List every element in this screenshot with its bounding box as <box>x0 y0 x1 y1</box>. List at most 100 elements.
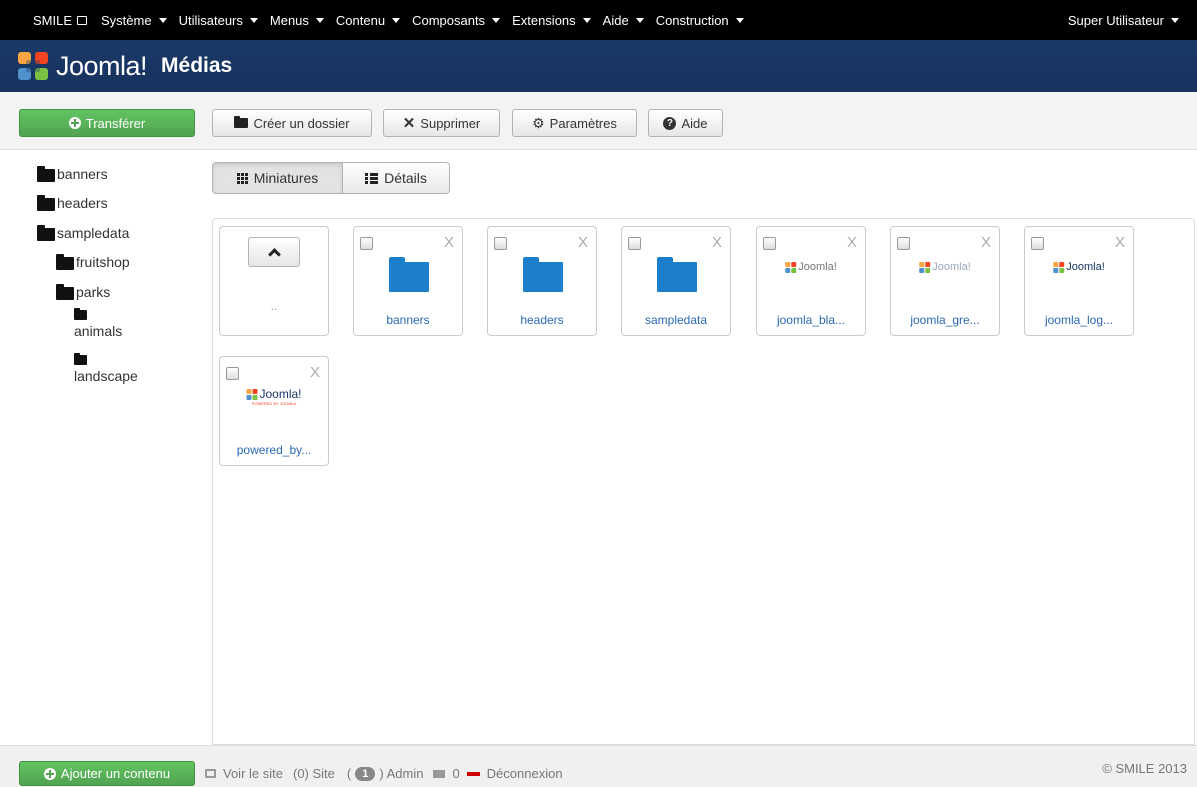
folder-icon <box>37 195 55 211</box>
user-name: Super Utilisateur <box>1067 12 1164 28</box>
folder-icon <box>523 257 563 292</box>
admin-visitors: ) Admin <box>379 766 424 781</box>
question-circle-icon: ? <box>663 116 677 130</box>
delete-x-icon[interactable]: X <box>444 234 454 251</box>
copyright: © SMILE 2013 <box>1102 761 1187 776</box>
view-site-link[interactable]: Voir le site <box>223 766 283 781</box>
menu-menus[interactable]: Menus <box>270 13 324 28</box>
close-icon: ✕ <box>402 115 416 132</box>
menu-contenu[interactable]: Contenu <box>336 13 401 28</box>
site-visitors: (0) Site <box>292 766 335 781</box>
tree-item-banners[interactable]: banners <box>37 166 108 182</box>
delete-x-icon[interactable]: X <box>1115 234 1125 251</box>
plus-circle-icon <box>68 117 81 129</box>
user-menu[interactable]: Super Utilisateur <box>1068 0 1179 40</box>
delete-x-icon[interactable]: X <box>847 234 857 251</box>
delete-x-icon[interactable]: X <box>578 234 588 251</box>
upload-button[interactable]: Transférer <box>19 109 195 137</box>
select-checkbox[interactable] <box>628 237 641 250</box>
image-preview: Joomla! <box>785 261 837 273</box>
create-folder-button[interactable]: Créer un dossier <box>212 109 372 137</box>
tree-item-animals[interactable]: animals <box>74 308 122 339</box>
tree-item-headers[interactable]: headers <box>37 195 108 211</box>
thumb-label[interactable]: banners <box>354 313 462 327</box>
select-checkbox[interactable] <box>494 237 507 250</box>
grid-icon <box>236 172 248 184</box>
select-checkbox[interactable] <box>360 237 373 250</box>
add-content-button[interactable]: Ajouter un contenu <box>19 761 195 786</box>
joomla-mark-icon <box>919 261 931 273</box>
folder-icon <box>234 116 249 128</box>
menu-systeme[interactable]: Système <box>101 13 167 28</box>
help-button[interactable]: ? Aide <box>648 109 723 137</box>
caret-down-icon <box>249 17 258 23</box>
select-checkbox[interactable] <box>1031 237 1044 250</box>
brand-link[interactable]: SMILE <box>0 12 88 28</box>
caret-down-icon <box>735 17 744 23</box>
thumb-label[interactable]: joomla_log... <box>1025 313 1133 327</box>
folder-icon <box>657 257 697 292</box>
messages-count[interactable]: 0 <box>452 766 459 781</box>
folder-icon <box>56 254 74 270</box>
thumb-folder-sampledata[interactable]: X sampledata <box>621 226 731 336</box>
caret-down-icon <box>492 17 501 23</box>
thumb-label[interactable]: sampledata <box>622 313 730 327</box>
select-checkbox[interactable] <box>897 237 910 250</box>
external-link-icon <box>77 15 88 25</box>
thumb-image-powered-by[interactable]: X Joomla! POWERED BY JOOMLA powered_by..… <box>219 356 329 466</box>
chevron-up-icon <box>267 248 281 261</box>
thumb-image-joomla-logo[interactable]: X Joomla! joomla_log... <box>1024 226 1134 336</box>
settings-button[interactable]: ⚙ Paramètres <box>512 109 637 137</box>
delete-x-icon[interactable]: X <box>981 234 991 251</box>
thumb-image-joomla-black[interactable]: X Joomla! joomla_bla... <box>756 226 866 336</box>
minus-icon <box>466 771 480 776</box>
toolbar: Transférer Créer un dossier ✕ Supprimer … <box>0 92 1197 150</box>
thumb-label[interactable]: powered_by... <box>220 443 328 457</box>
joomla-mark-icon <box>246 388 258 400</box>
status-footer: Ajouter un contenu Voir le site (0) Site… <box>0 745 1197 787</box>
delete-x-icon[interactable]: X <box>712 234 722 251</box>
admin-count-badge: 1 <box>355 766 376 781</box>
caret-down-icon <box>392 17 401 23</box>
plus-circle-icon <box>43 767 56 780</box>
select-checkbox[interactable] <box>226 367 239 380</box>
image-preview: Joomla! <box>919 261 971 273</box>
folder-icon <box>56 284 74 300</box>
view-thumbnails-button[interactable]: Miniatures <box>212 162 343 194</box>
main-menu: Système Utilisateurs Menus Contenu Compo… <box>101 13 756 28</box>
envelope-icon <box>433 769 446 778</box>
tree-item-landscape[interactable]: landscape <box>74 353 138 384</box>
menu-extensions[interactable]: Extensions <box>512 13 591 28</box>
up-button[interactable] <box>248 237 300 267</box>
list-icon <box>365 172 379 184</box>
image-preview: Joomla! POWERED BY JOOMLA <box>246 387 302 406</box>
media-grid: .. X banners X headers X sampledata X Jo… <box>212 218 1195 745</box>
select-checkbox[interactable] <box>763 237 776 250</box>
thumb-folder-banners[interactable]: X banners <box>353 226 463 336</box>
tree-item-parks[interactable]: parks <box>56 284 110 300</box>
folder-icon <box>37 225 55 241</box>
menu-composants[interactable]: Composants <box>412 13 501 28</box>
powered-caption: POWERED BY JOOMLA <box>251 401 297 406</box>
folder-icon <box>74 308 87 320</box>
menu-utilisateurs[interactable]: Utilisateurs <box>179 13 258 28</box>
parent-dots: .. <box>270 299 278 313</box>
tree-item-fruitshop[interactable]: fruitshop <box>56 254 130 270</box>
thumb-label[interactable]: joomla_gre... <box>891 313 999 327</box>
joomla-mark-icon <box>785 261 797 273</box>
menu-aide[interactable]: Aide <box>603 13 644 28</box>
thumb-folder-headers[interactable]: X headers <box>487 226 597 336</box>
brand-label: SMILE <box>33 12 73 28</box>
logo-text: Joomla! <box>56 50 148 81</box>
logout-link[interactable]: Déconnexion <box>487 766 563 781</box>
menu-construction[interactable]: Construction <box>656 13 744 28</box>
thumb-label[interactable]: headers <box>488 313 596 327</box>
thumb-label[interactable]: joomla_bla... <box>757 313 865 327</box>
folder-tree: banners headers sampledata fruitshop par… <box>0 150 206 745</box>
delete-x-icon[interactable]: X <box>310 364 320 381</box>
tree-item-sampledata[interactable]: sampledata <box>37 225 129 241</box>
thumb-parent-folder: .. <box>219 226 329 336</box>
view-details-button[interactable]: Détails <box>343 162 450 194</box>
thumb-image-joomla-green[interactable]: X Joomla! joomla_gre... <box>890 226 1000 336</box>
delete-button[interactable]: ✕ Supprimer <box>383 109 500 137</box>
